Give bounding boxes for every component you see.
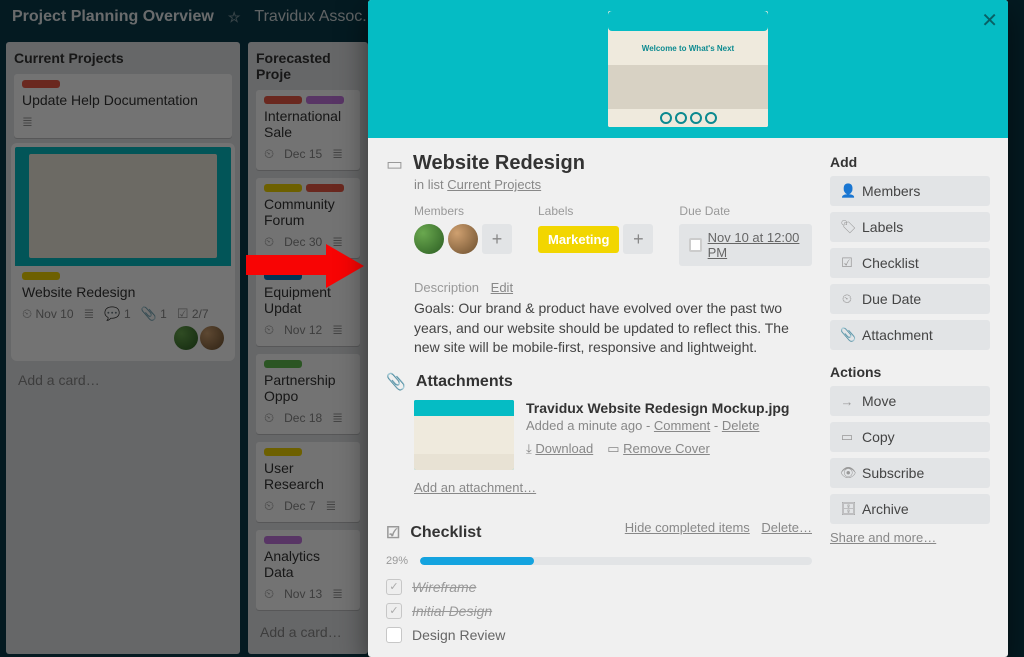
- share-more-link[interactable]: Share and more…: [830, 530, 936, 545]
- side-button-label: Move: [862, 393, 896, 409]
- checklist-item-text: Initial Design: [412, 603, 492, 619]
- side-labels-button[interactable]: 🏷 Labels: [830, 212, 990, 242]
- side-button-label: Copy: [862, 429, 895, 445]
- checklist-icon: ☑: [386, 523, 400, 543]
- download-icon: ⤓: [526, 441, 532, 456]
- annotation-arrow: [246, 250, 366, 280]
- due-checkbox[interactable]: [689, 238, 701, 252]
- checklist-item-text: Wireframe: [412, 579, 476, 595]
- attachment-comment-link[interactable]: Comment: [654, 418, 710, 433]
- description-label: Description: [414, 280, 479, 295]
- remove-cover-link[interactable]: Remove Cover: [623, 441, 710, 456]
- side-archive-button[interactable]: 🗄 Archive: [830, 494, 990, 524]
- due-date-label: Due Date: [679, 204, 812, 218]
- side-button-label: Archive: [862, 501, 909, 517]
- card-cover-large[interactable]: ✕ Welcome to What's Next: [368, 0, 1008, 138]
- cover-icon: ▭: [607, 441, 619, 456]
- labels-label: Labels: [538, 204, 653, 218]
- download-link[interactable]: Download: [535, 441, 593, 456]
- edit-description-link[interactable]: Edit: [491, 280, 513, 295]
- archive-icon: 🗄: [840, 501, 854, 517]
- due-date-text: Nov 10 at 12:00 PM: [708, 230, 802, 260]
- copy-icon: ▭: [840, 429, 854, 445]
- side-subscribe-button[interactable]: 👁 Subscribe: [830, 458, 990, 488]
- side-members-button[interactable]: 👤 Members: [830, 176, 990, 206]
- side-button-label: Checklist: [862, 255, 919, 271]
- members-label: Members: [414, 204, 512, 218]
- progress-bar: [420, 557, 812, 565]
- attachment-meta: Added a minute ago -: [526, 418, 654, 433]
- checkbox-checked-icon[interactable]: [386, 579, 402, 595]
- hide-completed-link[interactable]: Hide completed items: [625, 520, 750, 535]
- checklist-item[interactable]: Initial Design: [386, 599, 812, 623]
- side-button-label: Due Date: [862, 291, 921, 307]
- checklist-icon: ☑: [840, 255, 854, 271]
- side-button-label: Attachment: [862, 327, 933, 343]
- move-icon: →: [840, 394, 854, 409]
- label-marketing[interactable]: Marketing: [538, 226, 619, 253]
- add-member-button[interactable]: +: [482, 224, 512, 254]
- in-list-link[interactable]: Current Projects: [447, 177, 541, 192]
- attachments-header: Attachments: [416, 373, 513, 391]
- progress-percent: 29%: [386, 555, 412, 567]
- attachment-icon: 📎: [386, 372, 406, 392]
- side-duedate-button[interactable]: ⏲ Due Date: [830, 284, 990, 314]
- close-icon[interactable]: ✕: [981, 8, 998, 33]
- side-checklist-button[interactable]: ☑ Checklist: [830, 248, 990, 278]
- side-button-label: Labels: [862, 219, 903, 235]
- actions-header: Actions: [830, 364, 990, 380]
- attachment-delete-link[interactable]: Delete: [722, 418, 760, 433]
- checkbox-unchecked-icon[interactable]: [386, 627, 402, 643]
- sep: -: [710, 418, 722, 433]
- card-icon: ▭: [386, 154, 403, 175]
- checklist-item-text: Design Review: [412, 627, 505, 643]
- attachment-thumbnail[interactable]: [414, 400, 514, 470]
- in-list-prefix: in list: [414, 177, 447, 192]
- clock-icon: ⏲: [840, 291, 854, 307]
- add-header: Add: [830, 154, 990, 170]
- delete-checklist-link[interactable]: Delete…: [761, 520, 812, 535]
- modal-title[interactable]: Website Redesign: [413, 152, 585, 175]
- labels-icon: 🏷: [840, 219, 854, 235]
- checklist-item[interactable]: Design Review: [386, 623, 812, 647]
- add-label-button[interactable]: +: [623, 224, 653, 254]
- side-copy-button[interactable]: ▭ Copy: [830, 422, 990, 452]
- checkbox-checked-icon[interactable]: [386, 603, 402, 619]
- cover-tagline: Welcome to What's Next: [608, 31, 768, 65]
- side-move-button[interactable]: → Move: [830, 386, 990, 416]
- checklist-item[interactable]: Wireframe: [386, 575, 812, 599]
- attachment-name[interactable]: Travidux Website Redesign Mockup.jpg: [526, 400, 789, 416]
- side-button-label: Subscribe: [862, 465, 924, 481]
- side-button-label: Members: [862, 183, 920, 199]
- members-icon: 👤: [840, 183, 854, 199]
- member-avatar[interactable]: [448, 224, 478, 254]
- subscribe-icon: 👁: [840, 465, 854, 481]
- side-attachment-button[interactable]: 📎 Attachment: [830, 320, 990, 350]
- description-text[interactable]: Goals: Our brand & product have evolved …: [414, 299, 812, 358]
- add-attachment-link[interactable]: Add an attachment…: [414, 480, 536, 495]
- attachment-icon: 📎: [840, 327, 854, 343]
- card-modal: ✕ Welcome to What's Next ▭ Website Redes…: [368, 0, 1008, 657]
- member-avatar[interactable]: [414, 224, 444, 254]
- due-date-value[interactable]: Nov 10 at 12:00 PM: [679, 224, 812, 266]
- checklist-header: Checklist: [410, 524, 481, 542]
